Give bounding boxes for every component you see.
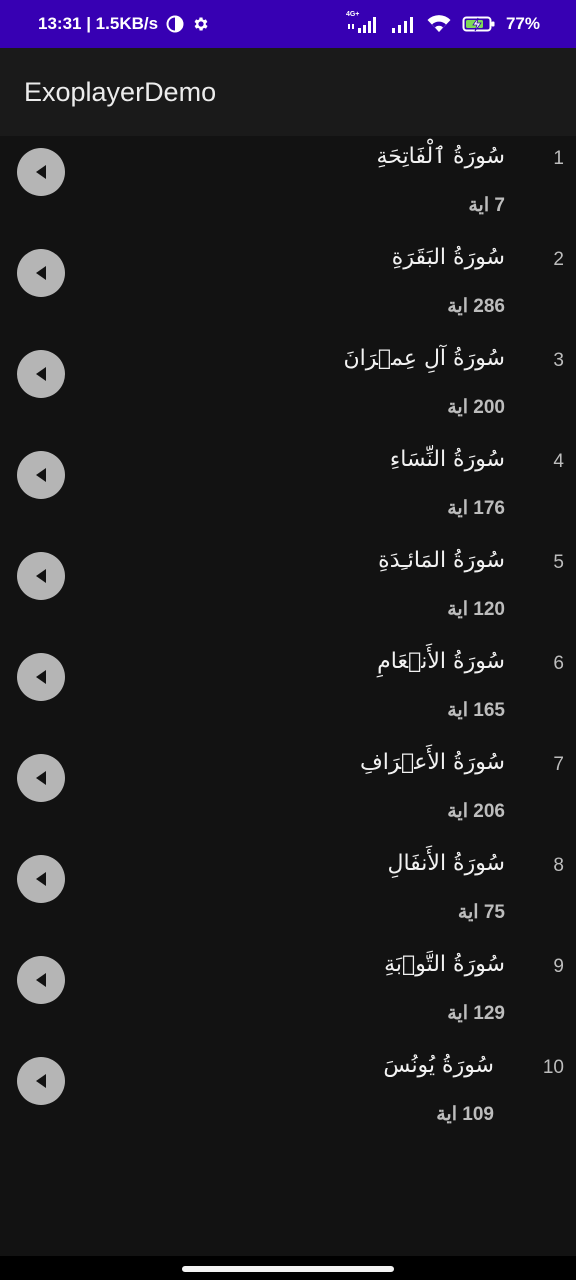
list-item[interactable]: سُورَةُ الأَنفَالِ 75 اية 8 bbox=[0, 829, 576, 930]
play-icon bbox=[31, 364, 51, 384]
surah-name: سُورَةُ ٱلْفَاتِحَةِ bbox=[376, 144, 506, 169]
surah-name: سُورَةُ يُونُسَ bbox=[383, 1053, 494, 1078]
list-item[interactable]: سُورَةُ البَقَرَةِ 286 اية 2 bbox=[0, 223, 576, 324]
surah-name: سُورَةُ الأَنفَالِ bbox=[387, 851, 505, 876]
ayah-count: 176 اية bbox=[447, 498, 505, 519]
ayah-count: 75 اية bbox=[457, 902, 505, 923]
play-button[interactable] bbox=[17, 956, 65, 1004]
ayah-count: 120 اية bbox=[447, 599, 505, 620]
surah-name: سُورَةُ البَقَرَةِ bbox=[391, 245, 505, 270]
play-button[interactable] bbox=[17, 855, 65, 903]
play-icon bbox=[31, 162, 51, 182]
list-item[interactable]: سُورَةُ يُونُسَ 109 اية 10 bbox=[0, 1031, 576, 1132]
play-button[interactable] bbox=[17, 249, 65, 297]
list-item[interactable]: سُورَةُ التَّوۡبَةِ 129 اية 9 bbox=[0, 930, 576, 1031]
wifi-icon bbox=[426, 14, 452, 34]
app-title: ExoplayerDemo bbox=[24, 76, 217, 107]
surah-name: سُورَةُ الأَنۡعَامِ bbox=[377, 649, 505, 674]
surah-index: 3 bbox=[553, 350, 564, 371]
surah-index: 6 bbox=[553, 653, 564, 674]
battery-charging-icon bbox=[462, 14, 496, 34]
play-icon bbox=[31, 263, 51, 283]
ayah-count: 165 اية bbox=[447, 700, 505, 721]
ayah-count: 129 اية bbox=[447, 1003, 505, 1024]
surah-index: 2 bbox=[553, 249, 564, 270]
play-button[interactable] bbox=[17, 653, 65, 701]
surah-name: سُورَةُ التَّوۡبَةِ bbox=[384, 952, 505, 977]
play-icon bbox=[31, 970, 51, 990]
play-icon bbox=[31, 465, 51, 485]
surah-list[interactable]: سُورَةُ ٱلْفَاتِحَةِ 7 اية 1 سُورَةُ الب… bbox=[0, 122, 576, 1132]
play-icon bbox=[31, 1071, 51, 1091]
surah-index: 9 bbox=[553, 956, 564, 977]
play-button[interactable] bbox=[17, 1057, 65, 1105]
list-item[interactable]: سُورَةُ النِّسَاءِ 176 اية 4 bbox=[0, 425, 576, 526]
status-bar: 13:31 | 1.5KB/s 4G+ 77% bbox=[0, 0, 576, 48]
network-type-label: 4G+ bbox=[345, 11, 360, 18]
play-icon bbox=[31, 566, 51, 586]
play-button[interactable] bbox=[17, 350, 65, 398]
list-item[interactable]: سُورَةُ الأَعۡرَافِ 206 اية 7 bbox=[0, 728, 576, 829]
surah-index: 10 bbox=[542, 1057, 564, 1078]
ayah-count: 286 اية bbox=[447, 296, 505, 317]
play-icon bbox=[31, 869, 51, 889]
play-button[interactable] bbox=[17, 552, 65, 600]
surah-name: سُورَةُ النِّسَاءِ bbox=[389, 447, 505, 472]
surah-name: سُورَةُ المَائـِدَةِ bbox=[378, 548, 505, 573]
play-button[interactable] bbox=[17, 754, 65, 802]
play-button[interactable] bbox=[17, 451, 65, 499]
settings-gear-icon bbox=[192, 15, 210, 33]
play-button[interactable] bbox=[17, 148, 65, 196]
ayah-count: 109 اية bbox=[436, 1104, 494, 1125]
ayah-count: 206 اية bbox=[447, 801, 505, 822]
cellular-signal-icon: 4G+ bbox=[345, 11, 380, 34]
list-item[interactable]: سُورَةُ الأَنۡعَامِ 165 اية 6 bbox=[0, 627, 576, 728]
ayah-count: 200 اية bbox=[447, 397, 505, 418]
surah-name: سُورَةُ الأَعۡرَافِ bbox=[360, 750, 505, 775]
list-item[interactable]: سُورَةُ ٱلْفَاتِحَةِ 7 اية 1 bbox=[0, 122, 576, 223]
play-icon bbox=[31, 768, 51, 788]
play-icon bbox=[31, 667, 51, 687]
surah-name: سُورَةُ آلِ عِمۡرَانَ bbox=[343, 346, 506, 371]
surah-index: 1 bbox=[553, 148, 564, 169]
data-saver-icon bbox=[166, 15, 184, 33]
list-item[interactable]: سُورَةُ المَائـِدَةِ 120 اية 5 bbox=[0, 526, 576, 627]
surah-index: 5 bbox=[553, 552, 564, 573]
list-item[interactable]: سُورَةُ آلِ عِمۡرَانَ 200 اية 3 bbox=[0, 324, 576, 425]
surah-index: 8 bbox=[553, 855, 564, 876]
ayah-count: 7 اية bbox=[468, 195, 505, 216]
surah-index: 4 bbox=[553, 451, 564, 472]
home-gesture-handle[interactable] bbox=[182, 1266, 394, 1272]
status-time-speed: 13:31 | 1.5KB/s bbox=[38, 14, 159, 33]
surah-index: 7 bbox=[553, 754, 564, 775]
cellular-signal-2-icon bbox=[390, 14, 416, 34]
battery-level: 77% bbox=[505, 14, 540, 33]
